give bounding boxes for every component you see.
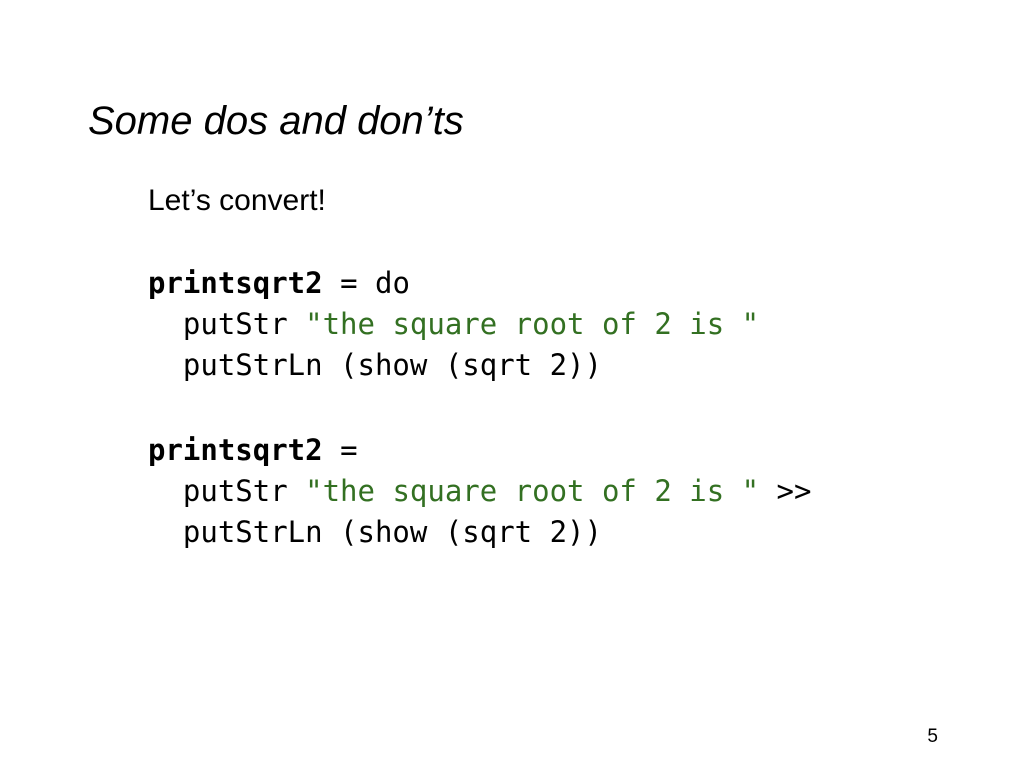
code-line: putStrLn (show (sqrt 2)) [148,512,948,553]
code-line: printsqrt2 = do [148,263,948,304]
code-token-plain: putStrLn (show (sqrt 2)) [182,515,602,549]
code-line: putStrLn (show (sqrt 2)) [148,345,948,386]
code-token-plain: putStrLn (show (sqrt 2)) [182,348,602,382]
code-line: printsqrt2 = [148,430,948,471]
code-token-string-literal: "the square root of 2 is " [305,307,760,341]
code-token-plain: putStr [182,474,306,508]
page-title: Some dos and don’ts [88,98,464,143]
code-token-plain: >> [759,474,812,508]
code-block-bind-operator: printsqrt2 = putStr "the square root of … [148,430,948,553]
code-token-identifier: printsqrt2 [148,266,323,300]
code-line: putStr "the square root of 2 is " >> [148,471,948,512]
code-token-string-literal: "the square root of 2 is " [305,474,760,508]
lead-text: Let’s convert! [148,184,326,217]
slide-body: Let’s convert! printsqrt2 = do putStr "t… [148,186,948,553]
code-line: putStr "the square root of 2 is " [148,304,948,345]
code-block-do-notation: printsqrt2 = do putStr "the square root … [148,263,948,386]
code-token-plain: = [322,433,358,467]
code-token-identifier: printsqrt2 [148,433,323,467]
code-token-plain: = do [322,266,410,300]
code-token-plain: putStr [182,307,306,341]
slide: Some dos and don’ts Let’s convert! print… [0,0,1024,768]
page-number: 5 [927,726,938,747]
